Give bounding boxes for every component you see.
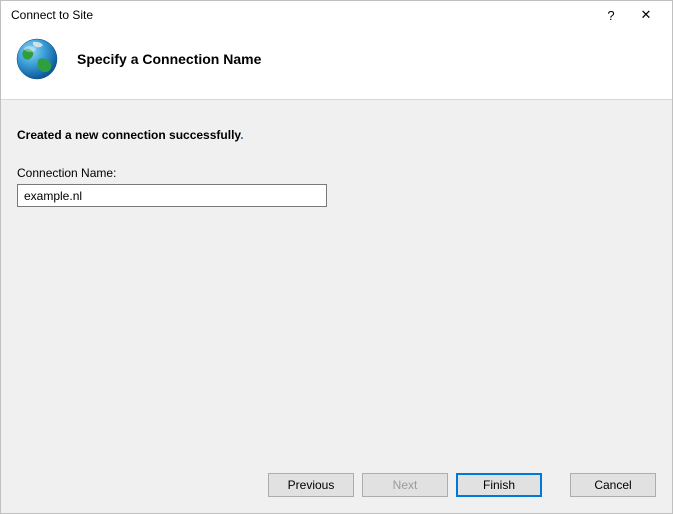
globe-icon: [15, 37, 59, 81]
status-message: Created a new connection successfully.: [17, 128, 656, 142]
help-icon: ?: [607, 8, 614, 23]
close-button[interactable]: ✕: [626, 3, 666, 27]
finish-button[interactable]: Finish: [456, 473, 542, 497]
dialog-footer: Previous Next Finish Cancel: [1, 461, 672, 513]
connection-name-label: Connection Name:: [17, 166, 656, 180]
close-icon: ✕: [641, 7, 652, 23]
dialog-window: Connect to Site ? ✕ Specify a Connection…: [0, 0, 673, 514]
titlebar: Connect to Site ? ✕: [1, 1, 672, 29]
connection-name-input[interactable]: [17, 184, 327, 207]
page-title: Specify a Connection Name: [77, 51, 261, 67]
window-title: Connect to Site: [11, 8, 596, 22]
dialog-content: Created a new connection successfully. C…: [1, 100, 672, 461]
cancel-button[interactable]: Cancel: [570, 473, 656, 497]
help-button[interactable]: ?: [596, 3, 626, 27]
dialog-header: Specify a Connection Name: [1, 29, 672, 100]
button-spacer: [550, 473, 562, 497]
status-text: Created a new connection successfully: [17, 128, 240, 142]
previous-button[interactable]: Previous: [268, 473, 354, 497]
status-dot: .: [240, 128, 243, 142]
next-button[interactable]: Next: [362, 473, 448, 497]
